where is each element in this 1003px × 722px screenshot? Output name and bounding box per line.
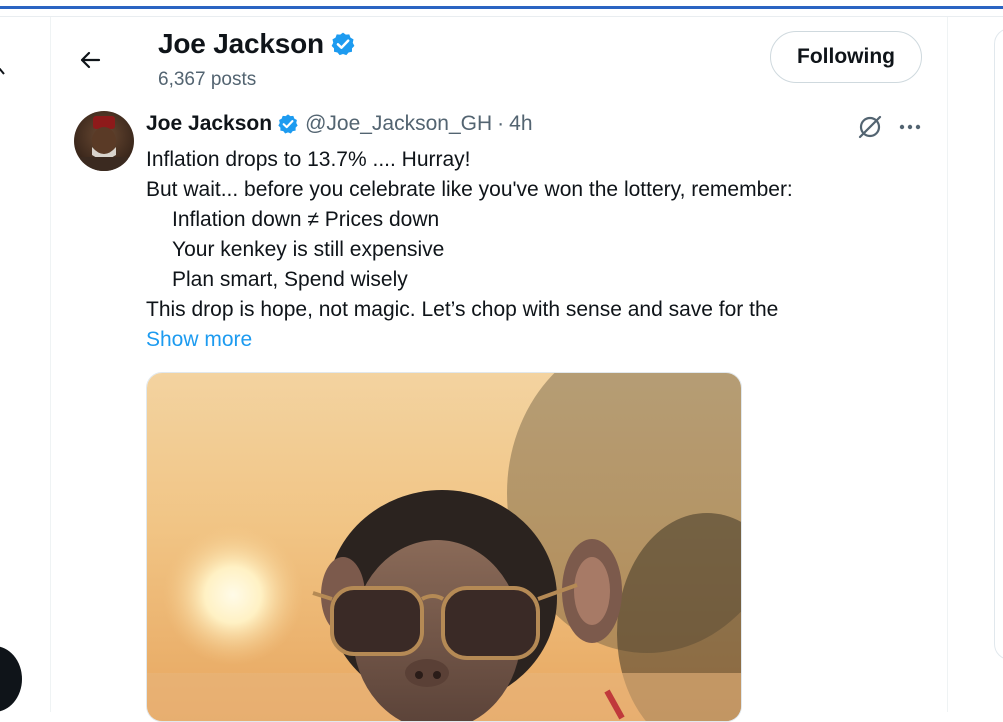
profile-title: Joe Jackson: [158, 28, 356, 60]
tweet-line: Your kenkey is still expensive: [172, 238, 445, 261]
notifications-icon[interactable]: [0, 112, 6, 126]
tweet-line: But wait... before you celebrate like yo…: [146, 178, 793, 201]
following-button[interactable]: Following: [770, 31, 922, 83]
tweet-line: Plan smart, Spend wisely: [172, 268, 408, 291]
tweet-media-image[interactable]: [146, 372, 742, 722]
show-more-link[interactable]: Show more: [146, 328, 252, 351]
tweet-line: Inflation down ≠ Prices down: [172, 208, 440, 231]
top-divider: [0, 16, 1003, 17]
verified-badge-icon: [277, 113, 299, 135]
search-icon[interactable]: [0, 58, 6, 76]
tweet-text: Inflation drops to 13.7% .... Hurray! Bu…: [146, 145, 793, 355]
browser-accent-bar: [0, 6, 1003, 9]
tweet-header: Joe Jackson @Joe_Jackson_GH · 4h: [146, 112, 533, 136]
tweet-author-avatar[interactable]: [74, 111, 134, 171]
tweet-line: Inflation drops to 13.7% .... Hurray!: [146, 148, 471, 171]
tweet-timestamp[interactable]: 4h: [509, 112, 532, 136]
more-options-button[interactable]: [896, 115, 924, 139]
search-box[interactable]: [994, 28, 1003, 660]
verified-badge-icon: [330, 31, 356, 57]
tweet-line: This drop is hope, not magic. Let’s chop…: [146, 298, 779, 321]
post-count: 6,367 posts: [158, 69, 257, 90]
grok-icon[interactable]: [856, 113, 884, 141]
more-options-icon: [899, 124, 921, 130]
header-separator: ·: [497, 112, 505, 135]
right-column-divider: [947, 17, 948, 712]
left-sidebar: [0, 17, 51, 712]
tweet-author-name[interactable]: Joe Jackson: [146, 112, 272, 136]
back-button[interactable]: [72, 42, 108, 78]
back-arrow-icon: [80, 51, 101, 69]
more-nav-icon[interactable]: [0, 418, 2, 432]
profile-name: Joe Jackson: [158, 28, 324, 59]
tweet-author-handle[interactable]: @Joe_Jackson_GH: [305, 112, 492, 136]
